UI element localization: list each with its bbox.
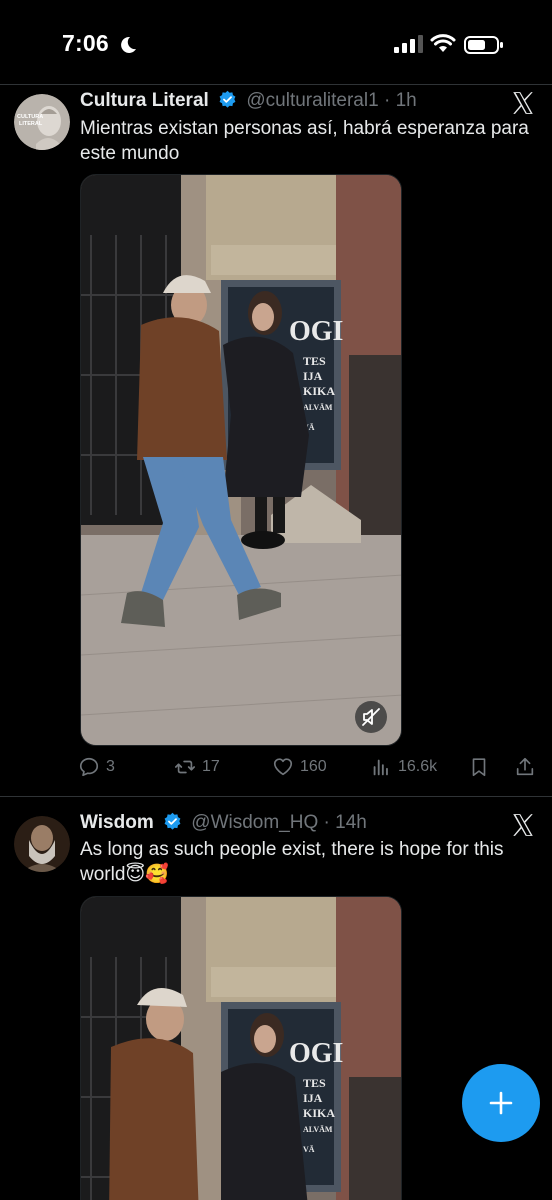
like-count: 160	[300, 758, 327, 775]
repost-count: 17	[202, 758, 220, 775]
repost-button[interactable]: 17	[174, 752, 220, 782]
reply-icon	[79, 757, 99, 777]
avatar-logo-text: CULTURA	[17, 114, 43, 120]
author-handle[interactable]: @culturaliteral1	[246, 90, 378, 111]
status-bar: 7:06	[0, 0, 552, 84]
verified-badge-icon	[164, 812, 181, 830]
repost-icon	[175, 760, 195, 774]
svg-text:IJA: IJA	[303, 369, 323, 383]
tweet[interactable]: Wisdom @Wisdom_HQ · 14h As long as such …	[0, 798, 552, 1200]
battery-icon	[464, 36, 503, 54]
views-button[interactable]: 16.6k	[370, 752, 437, 782]
heart-icon	[273, 758, 293, 776]
tweet-time[interactable]: 1h	[396, 90, 417, 111]
author-handle[interactable]: @Wisdom_HQ	[191, 812, 318, 833]
svg-text:TES: TES	[303, 354, 326, 368]
avatar[interactable]	[14, 816, 70, 872]
video-thumbnail: OGI TES IJA KIKA ALVĀM VĀ	[81, 175, 401, 745]
cellular-signal-icon	[394, 35, 423, 53]
status-time: 7:06	[62, 30, 109, 56]
share-button[interactable]	[514, 752, 542, 782]
tweet-text: As long as such people exist, there is h…	[80, 839, 504, 885]
wifi-icon	[430, 34, 456, 52]
plus-icon	[489, 1091, 513, 1115]
avatar[interactable]: CULTURA LITERAL	[14, 94, 70, 150]
tweet-time[interactable]: 14h	[335, 812, 367, 833]
author-name[interactable]: Wisdom	[80, 812, 154, 833]
separator-dot: ·	[323, 812, 330, 833]
svg-text:IJA: IJA	[303, 1091, 323, 1105]
mute-button[interactable]	[355, 701, 387, 733]
author-name[interactable]: Cultura Literal	[80, 90, 209, 111]
svg-text:TES: TES	[303, 1076, 326, 1090]
reply-count: 3	[106, 758, 115, 775]
bookmark-button[interactable]	[468, 752, 496, 782]
svg-text:LITERAL: LITERAL	[19, 121, 43, 127]
x-logo-icon[interactable]	[510, 812, 536, 838]
x-logo-icon[interactable]	[510, 90, 536, 116]
views-count: 16.6k	[398, 758, 438, 775]
bookmark-icon	[472, 758, 486, 777]
tweet[interactable]: CULTURA LITERAL Cultura Literal @cultura…	[0, 86, 552, 796]
tweet-header: Wisdom @Wisdom_HQ · 14h	[80, 812, 502, 838]
tweet-divider	[0, 796, 552, 797]
tweet-actions: 3 17 160 16.6k	[78, 752, 538, 782]
tweet-header: Cultura Literal @culturaliteral1 · 1h	[80, 90, 502, 116]
sign-title: OGI	[289, 316, 343, 347]
views-chart-icon	[373, 759, 388, 776]
svg-text:KIKA: KIKA	[303, 1106, 335, 1120]
video-player[interactable]: OGI TES IJA KIKA ALVĀM VĀ	[80, 174, 402, 746]
tweet-text: Mientras existan personas así, habrá esp…	[80, 118, 529, 164]
separator-dot: ·	[383, 90, 391, 111]
speaker-muted-icon	[362, 708, 380, 726]
svg-text:ALVĀM: ALVĀM	[303, 403, 333, 412]
like-button[interactable]: 160	[272, 752, 327, 782]
video-player[interactable]: OGI TES IJA KIKA ALVĀM VĀ	[80, 896, 402, 1200]
moon-icon	[121, 36, 136, 53]
verified-badge-icon	[219, 90, 236, 108]
svg-text:KIKA: KIKA	[303, 384, 335, 398]
reply-button[interactable]: 3	[78, 752, 115, 782]
share-icon	[516, 757, 534, 776]
video-thumbnail: OGI TES IJA KIKA ALVĀM VĀ	[81, 897, 401, 1200]
svg-text:VĀ: VĀ	[303, 1145, 315, 1154]
svg-text:ALVĀM: ALVĀM	[303, 1125, 333, 1134]
top-divider	[0, 84, 552, 85]
compose-button[interactable]	[462, 1064, 540, 1142]
sign-title: OGI	[289, 1038, 343, 1069]
